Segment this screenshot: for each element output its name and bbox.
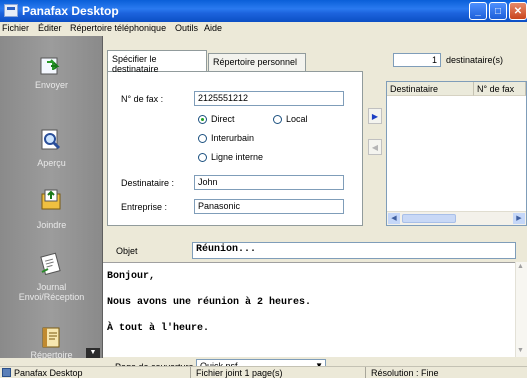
add-recipient-button[interactable]: ▶ bbox=[368, 108, 382, 124]
sidebar-label-apercu: Aperçu bbox=[37, 158, 66, 168]
subject-label: Objet bbox=[116, 246, 138, 256]
menu-aide[interactable]: Aide bbox=[204, 23, 222, 33]
radio-ligne-interne-label: Ligne interne bbox=[211, 152, 264, 162]
scroll-left-icon[interactable]: ◀ bbox=[388, 213, 400, 224]
menu-fichier[interactable]: Fichier bbox=[2, 23, 29, 33]
radio-direct[interactable] bbox=[198, 115, 207, 124]
status-app-name: Panafax Desktop bbox=[14, 368, 83, 378]
destinataire-field[interactable]: John bbox=[194, 175, 344, 190]
sidebar-label-envoyer: Envoyer bbox=[34, 80, 69, 90]
sidebar: Envoyer Aperçu Joindre Journal Envoi/Réc… bbox=[0, 36, 103, 360]
recipient-count-suffix: destinataire(s) bbox=[446, 55, 504, 65]
entreprise-field[interactable]: Panasonic bbox=[194, 199, 344, 214]
status-resolution: Résolution : Fine bbox=[371, 368, 439, 378]
fax-number-field[interactable]: 2125551212 bbox=[194, 91, 344, 106]
scroll-right-icon[interactable]: ▶ bbox=[513, 213, 525, 224]
status-app-icon bbox=[2, 368, 11, 377]
horizontal-scrollbar[interactable]: ◀ ▶ bbox=[387, 211, 526, 225]
maximize-button[interactable]: □ bbox=[489, 2, 507, 20]
sidebar-item-journal[interactable]: Journal Envoi/Réception bbox=[0, 252, 103, 310]
menu-editer[interactable]: Éditer bbox=[38, 23, 62, 33]
tab-specifier-destinataire[interactable]: Spécifier le destinataire bbox=[107, 50, 207, 74]
sidebar-item-repertoire[interactable]: Répertoire ▼ bbox=[0, 326, 103, 360]
window-title: Panafax Desktop bbox=[22, 4, 119, 18]
status-divider bbox=[365, 367, 366, 378]
radio-interurbain[interactable] bbox=[198, 134, 207, 143]
message-line: Nous avons une réunion à 2 heures. bbox=[107, 297, 312, 308]
sidebar-label-journal-line2: Envoi/Réception bbox=[18, 292, 85, 302]
preview-magnifier-icon bbox=[41, 129, 61, 150]
sidebar-item-joindre[interactable]: Joindre bbox=[0, 188, 103, 234]
subject-field[interactable]: Réunion... bbox=[192, 242, 516, 259]
send-fax-icon bbox=[40, 57, 60, 75]
recipient-count: 1 bbox=[393, 53, 441, 67]
directory-book-icon bbox=[42, 327, 60, 348]
status-attached-pages: Fichier joint 1 page(s) bbox=[196, 368, 283, 378]
entreprise-label: Entreprise : bbox=[121, 202, 168, 212]
sidebar-label-joindre: Joindre bbox=[36, 220, 67, 230]
close-button[interactable]: ✕ bbox=[509, 2, 527, 20]
sidebar-item-apercu[interactable]: Aperçu bbox=[0, 128, 103, 176]
scroll-down-icon[interactable]: ▼ bbox=[517, 347, 524, 354]
tab-repertoire-personnel[interactable]: Répertoire personnel bbox=[208, 53, 306, 72]
scroll-up-icon[interactable]: ▲ bbox=[517, 263, 524, 270]
menu-bar: Fichier Éditer Répertoire téléphonique O… bbox=[0, 22, 527, 36]
attach-folder-icon bbox=[41, 189, 61, 210]
destinataire-label: Destinataire : bbox=[121, 178, 175, 188]
remove-recipient-button[interactable]: ◀ bbox=[368, 139, 382, 155]
radio-local-label: Local bbox=[286, 114, 308, 124]
app-fax-icon bbox=[4, 4, 18, 17]
scroll-thumb[interactable] bbox=[402, 214, 456, 223]
message-line: À tout à l'heure. bbox=[107, 323, 210, 334]
title-bar: Panafax Desktop _ □ ✕ bbox=[0, 0, 527, 22]
menu-outils[interactable]: Outils bbox=[175, 23, 198, 33]
journal-icon bbox=[40, 252, 61, 276]
column-header-destinataire[interactable]: Destinataire bbox=[387, 82, 474, 96]
message-line: Bonjour, bbox=[107, 271, 156, 282]
status-divider bbox=[190, 367, 191, 378]
vertical-scrollbar[interactable]: ▲ ▼ bbox=[515, 262, 527, 358]
minimize-button[interactable]: _ bbox=[469, 2, 487, 20]
sidebar-dropdown-arrow-icon[interactable]: ▼ bbox=[86, 348, 100, 358]
fax-number-label: N° de fax : bbox=[121, 94, 164, 104]
recipient-list[interactable]: Destinataire N° de fax ◀ ▶ bbox=[386, 81, 527, 226]
message-body[interactable]: Bonjour, Nous avons une réunion à 2 heur… bbox=[103, 262, 527, 370]
sidebar-item-envoyer[interactable]: Envoyer bbox=[0, 54, 103, 102]
menu-repertoire-telephonique[interactable]: Répertoire téléphonique bbox=[70, 23, 166, 33]
column-header-fax[interactable]: N° de fax bbox=[474, 82, 526, 96]
radio-interurbain-label: Interurbain bbox=[211, 133, 255, 143]
status-bar: Panafax Desktop Fichier joint 1 page(s) … bbox=[0, 366, 527, 378]
radio-direct-label: Direct bbox=[211, 114, 235, 124]
radio-ligne-interne[interactable] bbox=[198, 153, 207, 162]
radio-local[interactable] bbox=[273, 115, 282, 124]
